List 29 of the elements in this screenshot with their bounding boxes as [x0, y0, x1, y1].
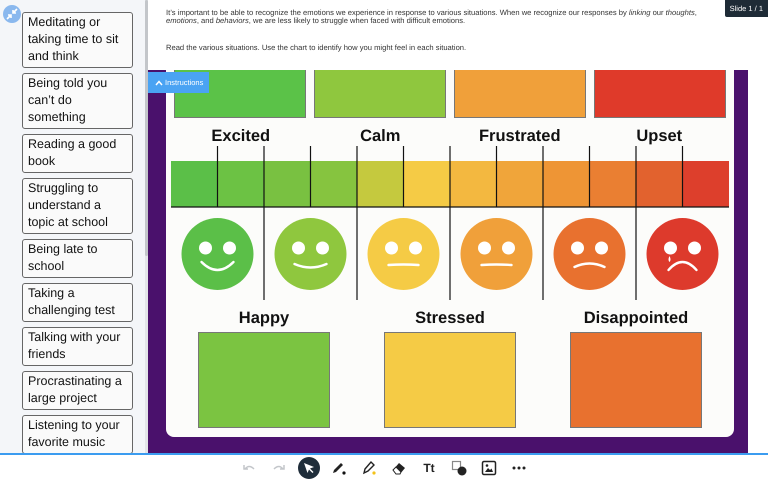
redo-icon — [272, 463, 286, 473]
undo-icon — [242, 463, 256, 473]
chevron-up-icon — [155, 80, 163, 86]
emotion-label: Excited — [211, 127, 270, 145]
emotion-label: Calm — [360, 127, 400, 145]
situation-card[interactable]: Procrastinating a large project — [22, 371, 133, 410]
emotion-label: Disappointed — [584, 308, 688, 328]
select-tool-button[interactable] — [298, 457, 320, 479]
situation-card[interactable]: Reading a good book — [22, 134, 133, 173]
text-tool-button[interactable]: Tt — [418, 457, 440, 479]
more-icon — [512, 466, 526, 470]
situation-card[interactable]: Meditating or taking time to sit and think — [22, 12, 133, 68]
emotion-label: Happy — [238, 308, 290, 328]
situation-card[interactable]: Being late to school — [22, 239, 133, 278]
highlighter-icon — [361, 460, 377, 476]
situation-card[interactable]: Listening to your favorite music — [22, 415, 133, 453]
emotion-label: Upset — [636, 127, 682, 145]
eraser-icon — [391, 461, 407, 475]
scrollbar[interactable] — [145, 0, 148, 453]
cursor-icon — [303, 462, 315, 474]
image-icon — [481, 460, 497, 476]
situation-card[interactable]: Being told you can’t do something — [22, 73, 133, 129]
emotion-label: Stressed — [415, 308, 485, 328]
pen-icon — [331, 460, 347, 476]
emotion-label: Frustrated — [478, 127, 561, 145]
situation-card[interactable]: Struggling to understand a topic at school — [22, 178, 133, 234]
shapes-icon — [451, 460, 467, 476]
situation-card[interactable]: Taking a challenging test — [22, 283, 133, 322]
situation-card[interactable]: Talking with your friends — [22, 327, 133, 366]
